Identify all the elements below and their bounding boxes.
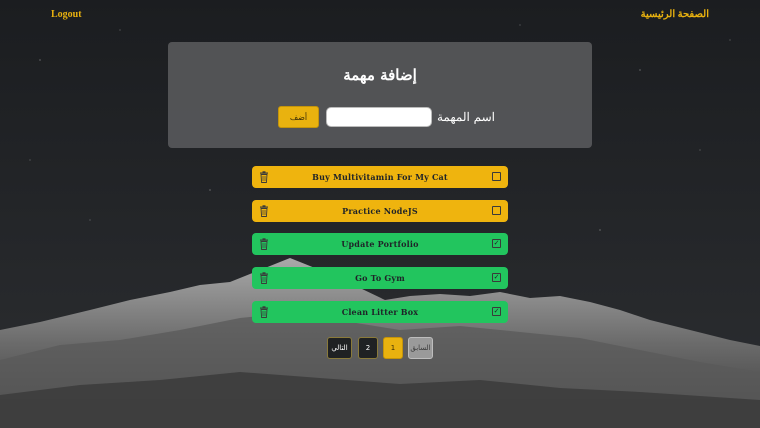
task-item: Buy Multivitamin For My Cat [252,166,508,188]
task-item: Clean Litter Box ✓ [252,301,508,323]
task-text: Buy Multivitamin For My Cat [312,172,448,182]
trash-icon[interactable] [259,238,269,250]
checkbox-icon[interactable]: ✓ [492,239,501,248]
pagination-next-button[interactable]: التالي [327,337,352,359]
trash-icon[interactable] [259,306,269,318]
task-item: Practice NodeJS [252,200,508,222]
checkbox-icon[interactable]: ✓ [492,307,501,316]
trash-icon[interactable] [259,272,269,284]
task-text: Update Portfolio [341,239,419,249]
task-text: Clean Litter Box [341,307,419,317]
add-task-button[interactable]: أضف [278,106,319,128]
task-name-label: اسم المهمة [437,110,496,124]
home-link[interactable]: الصفحة الرئيسية [641,9,709,20]
task-item: Update Portfolio ✓ [252,233,508,255]
trash-icon[interactable] [259,205,269,217]
checkbox-icon[interactable] [492,206,501,215]
checkbox-icon[interactable] [492,172,501,181]
pagination-prev-button[interactable]: السابق [408,337,433,359]
task-item: Go To Gym ✓ [252,267,508,289]
add-task-panel: إضافة مهمة [168,42,592,148]
task-name-input[interactable] [326,107,432,127]
checkbox-icon[interactable]: ✓ [492,273,501,282]
pagination-page-1[interactable]: 1 [383,337,403,359]
logout-link[interactable]: Logout [51,9,82,20]
panel-title: إضافة مهمة [343,66,417,84]
pagination-page-2[interactable]: 2 [358,337,378,359]
task-text: Practice NodeJS [342,206,418,216]
task-text: Go To Gym [355,273,405,283]
trash-icon[interactable] [259,171,269,183]
